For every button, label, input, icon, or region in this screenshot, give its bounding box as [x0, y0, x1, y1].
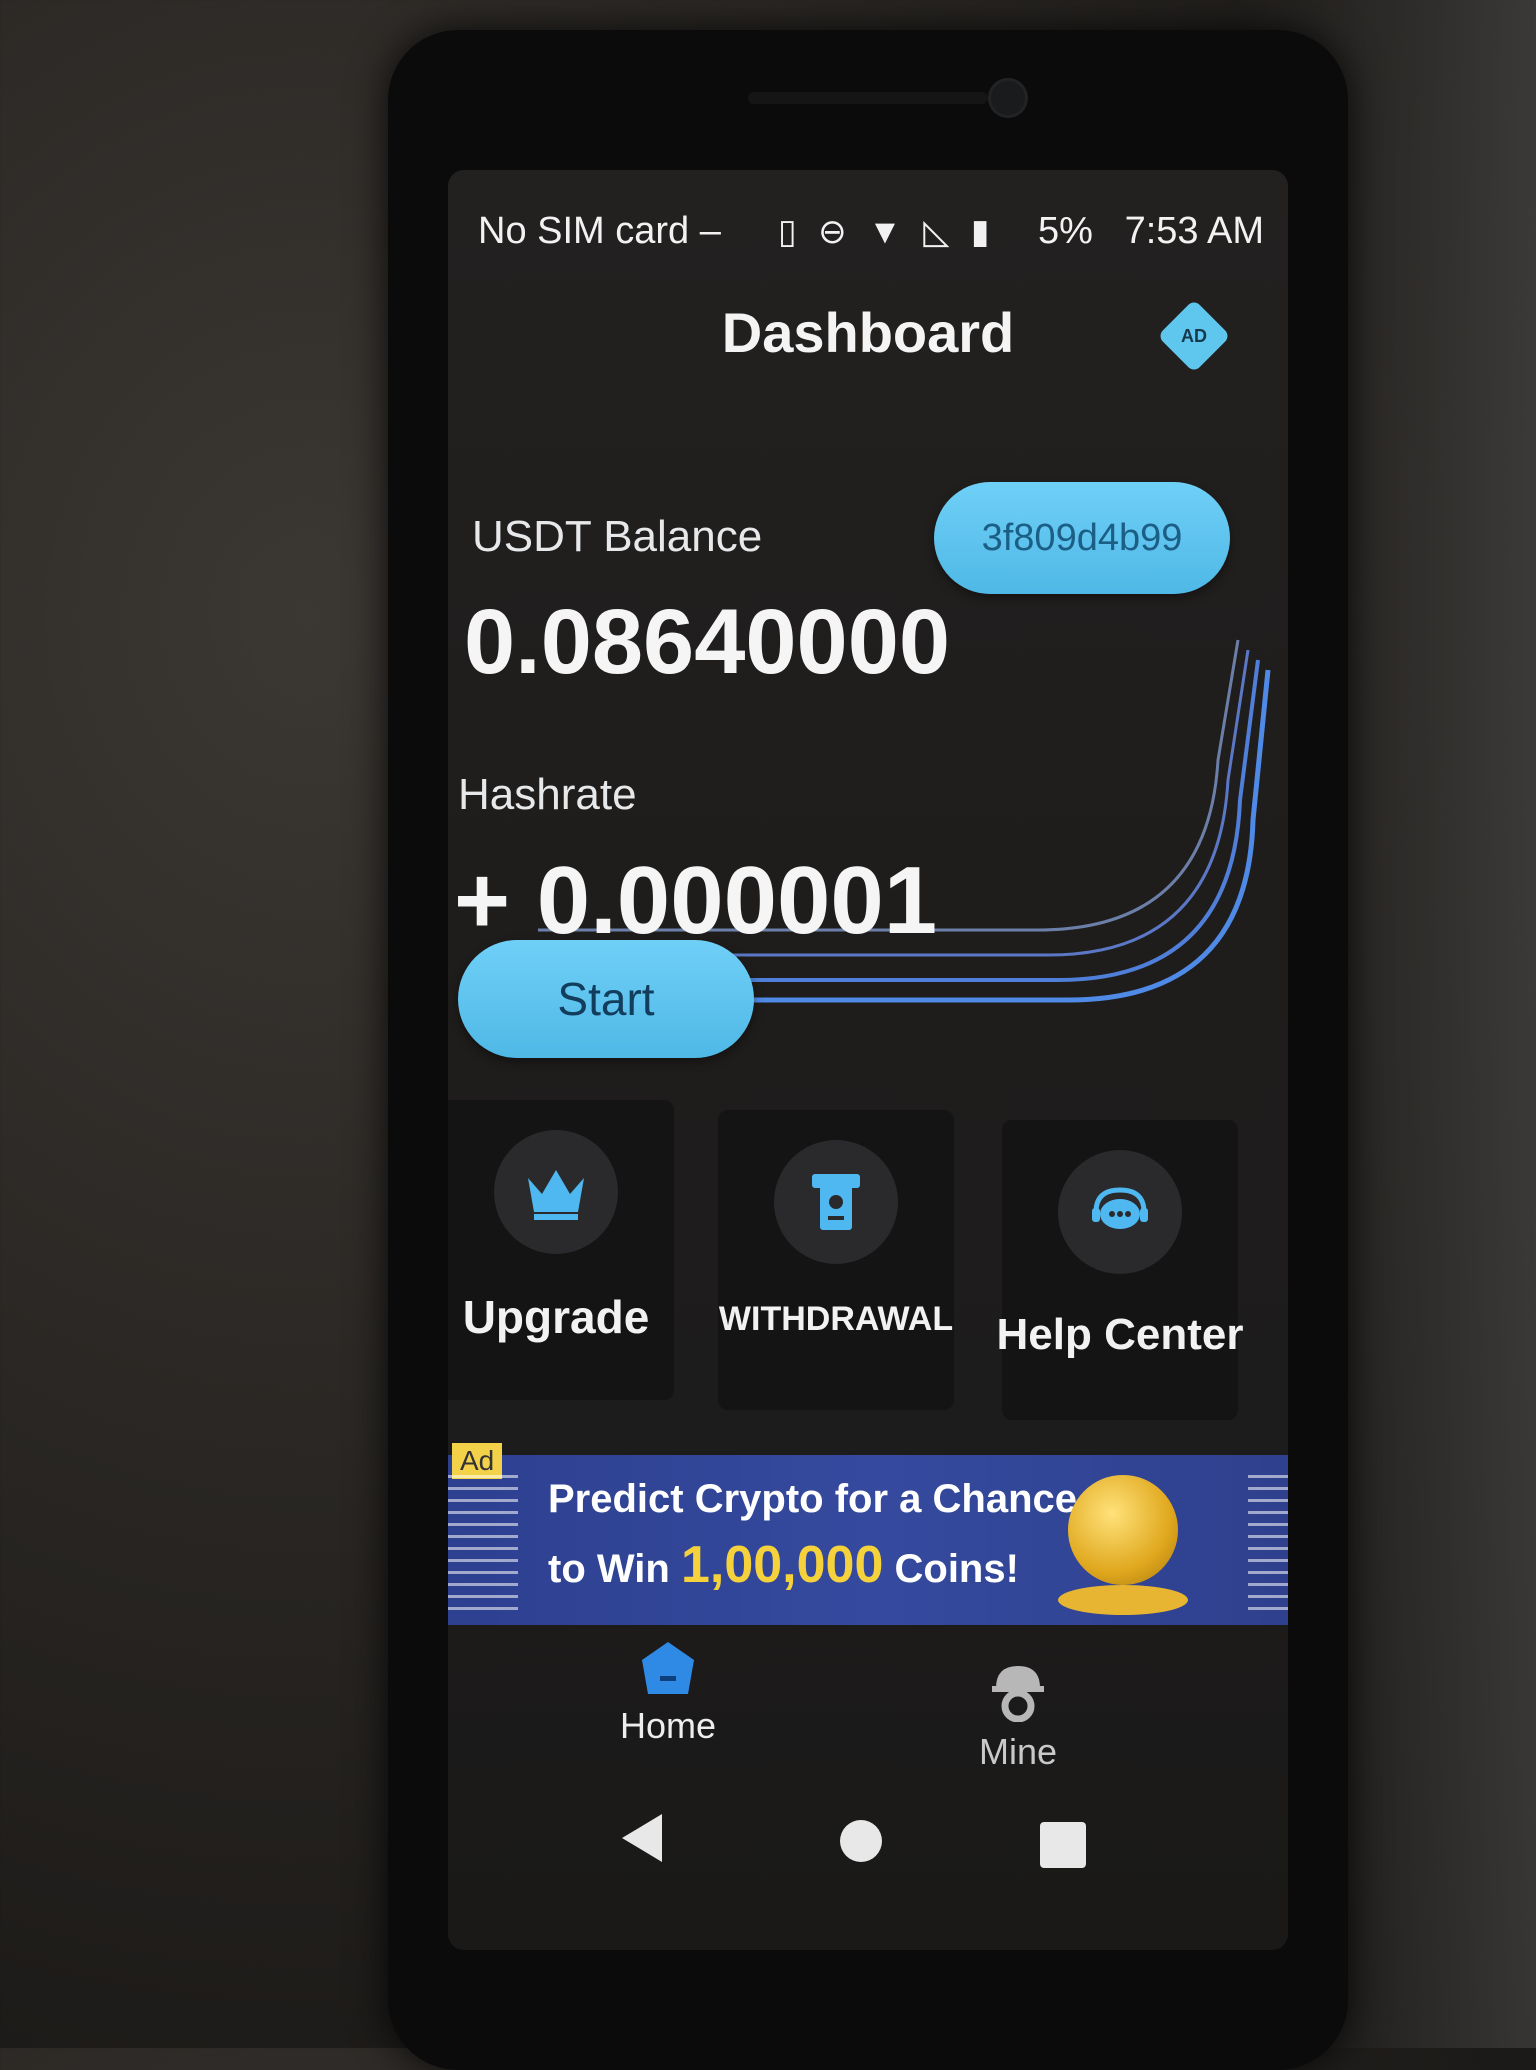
banner-stripes-right — [1248, 1475, 1288, 1615]
nav-mine-label: Mine — [978, 1731, 1058, 1772]
coin-stack-icon — [1058, 1585, 1188, 1615]
upgrade-label: Upgrade — [462, 1291, 650, 1343]
balance-label: USDT Balance — [472, 512, 763, 561]
ad-badge-button[interactable]: AD — [1157, 299, 1231, 373]
support-chat-icon — [1092, 1187, 1148, 1229]
battery-icon: ▮ — [970, 213, 996, 251]
no-signal-icon: ◺ — [923, 213, 956, 251]
vibrate-icon: ▯ — [778, 213, 803, 251]
ad-subline: to Win 1,00,000 Coins! — [548, 1535, 1019, 1595]
nav-mine[interactable]: Mine — [918, 1660, 1118, 1773]
speaker-grille — [748, 92, 988, 104]
front-camera — [988, 78, 1028, 118]
crown-icon — [528, 1170, 584, 1220]
status-bar: No SIM card – ▯ ⊖ ▼ ◺ ▮ 5% 7:53 AM — [478, 210, 1264, 260]
help-center-tile[interactable]: Help Center — [997, 1120, 1243, 1420]
upgrade-icon-circle — [494, 1130, 618, 1254]
help-center-label: Help Center — [996, 1310, 1244, 1359]
balance-value: 0.08640000 — [464, 591, 951, 693]
recents-icon[interactable] — [1038, 1820, 1088, 1870]
wallet-id-button[interactable]: 3f809d4b99 — [934, 482, 1230, 594]
carrier-text: No SIM card – — [478, 210, 721, 252]
atm-icon — [812, 1174, 860, 1230]
withdrawal-label: WITHDRAWAL — [718, 1300, 954, 1338]
help-icon-circle — [1058, 1150, 1182, 1274]
gold-coin-icon — [1068, 1475, 1178, 1585]
back-icon[interactable] — [618, 1810, 668, 1866]
start-button[interactable]: Start — [458, 940, 754, 1058]
ad-banner[interactable]: Ad Predict Crypto for a Chance to Win 1,… — [448, 1443, 1288, 1625]
home-icon — [642, 1642, 694, 1694]
ad-subline-suffix: Coins! — [894, 1547, 1019, 1591]
mining-helmet-icon — [992, 1666, 1044, 1723]
hashrate-label: Hashrate — [458, 770, 637, 819]
ad-prize-amount: 1,00,000 — [680, 1536, 884, 1594]
home-circle-icon[interactable] — [838, 1818, 884, 1864]
battery-percent: 5% — [1037, 210, 1093, 252]
withdrawal-tile[interactable]: WITHDRAWAL — [718, 1110, 954, 1410]
status-right: 5% 7:53 AM — [1038, 210, 1264, 253]
dnd-icon: ⊖ — [818, 213, 853, 251]
status-icons: ▯ ⊖ ▼ ◺ ▮ — [778, 212, 996, 252]
app-screen: No SIM card – ▯ ⊖ ▼ ◺ ▮ 5% 7:53 AM Dashb… — [448, 170, 1288, 1950]
upgrade-tile[interactable]: Upgrade — [448, 1100, 674, 1400]
ad-subline-prefix: to Win — [548, 1547, 670, 1591]
wifi-icon: ▼ — [868, 213, 908, 251]
banner-stripes-left — [448, 1475, 518, 1615]
clock: 7:53 AM — [1124, 210, 1264, 252]
withdrawal-icon-circle — [774, 1140, 898, 1264]
ad-badge-label: AD — [1181, 326, 1207, 346]
ad-tag: Ad — [452, 1443, 503, 1479]
nav-home[interactable]: Home — [588, 1640, 748, 1747]
nav-home-label: Home — [619, 1705, 717, 1746]
phone-frame: No SIM card – ▯ ⊖ ▼ ◺ ▮ 5% 7:53 AM Dashb… — [388, 30, 1348, 2070]
ad-headline: Predict Crypto for a Chance — [548, 1477, 1078, 1521]
